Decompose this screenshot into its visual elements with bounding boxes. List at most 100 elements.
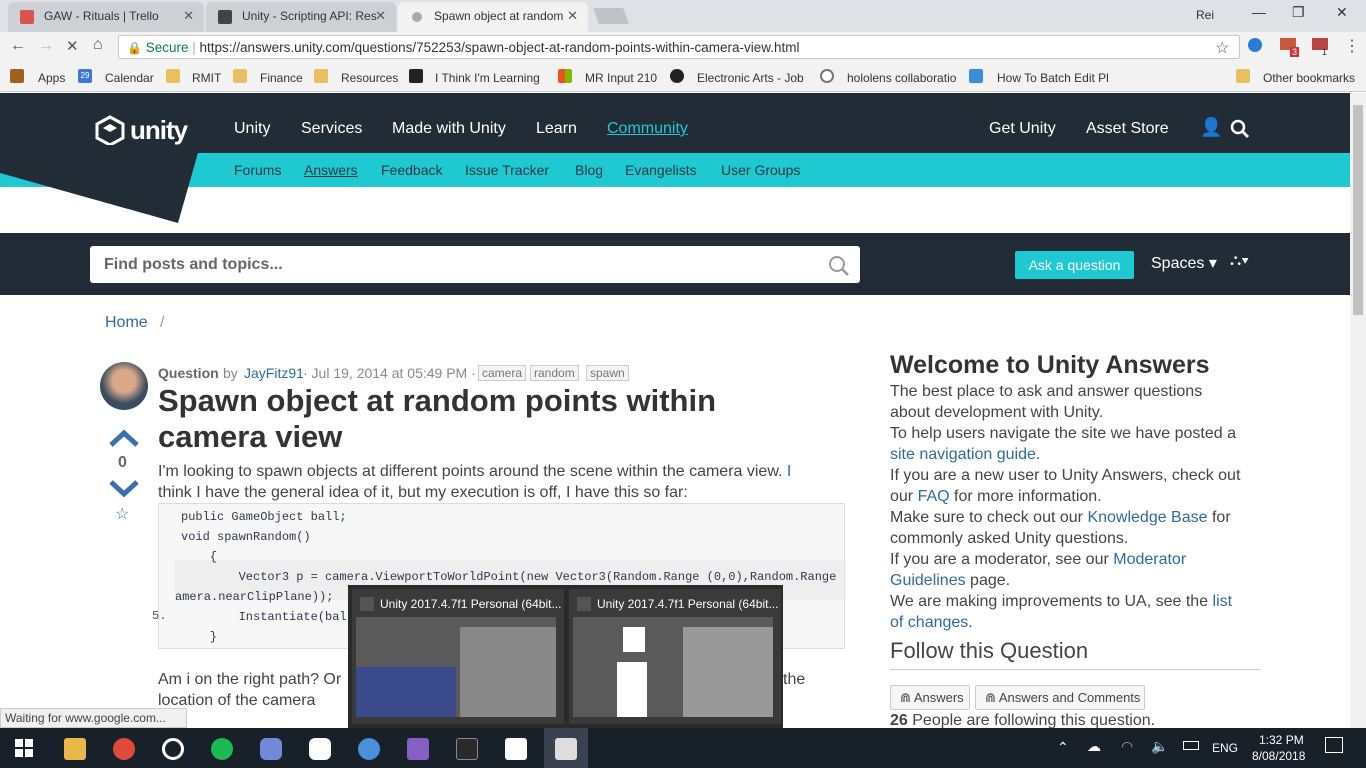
forward-icon[interactable]: → (38, 37, 54, 55)
obs-icon[interactable] (162, 738, 184, 760)
favorite-star-icon[interactable]: ☆ (115, 504, 129, 524)
spaces-dropdown[interactable]: Spaces ▾ (1151, 253, 1217, 273)
downvote-icon[interactable] (108, 479, 140, 499)
home-icon[interactable]: ⌂ (93, 36, 103, 54)
author-avatar[interactable] (100, 362, 148, 410)
notifications-icon[interactable] (1325, 737, 1343, 753)
subnav-feedback[interactable]: Feedback (381, 162, 442, 178)
search-input[interactable]: Find posts and topics... (90, 246, 860, 283)
sitemap-icon[interactable]: ⛬▾ (1230, 252, 1249, 270)
bookmark-rmit[interactable]: RMIT (192, 71, 221, 85)
welcome-line: Guidelines page. (890, 570, 1240, 591)
epic-games-icon[interactable] (456, 738, 478, 760)
clock-date[interactable]: 8/08/2018 (1252, 749, 1305, 763)
close-icon[interactable]: ✕ (183, 8, 194, 24)
nav-community[interactable]: Community (607, 120, 688, 138)
bookmark-apps[interactable]: Apps (38, 71, 65, 85)
tray-chevron-icon[interactable]: ⌃ (1057, 739, 1069, 756)
site-navigation-guide-link[interactable]: site navigation guide (890, 446, 1036, 463)
address-bar[interactable]: 🔒 Secure | https://answers.unity.com/que… (118, 35, 1240, 59)
language-indicator[interactable]: ENG (1212, 741, 1238, 755)
menu-icon[interactable]: ⋮ (1344, 36, 1360, 56)
guidelines-link[interactable]: Guidelines (890, 572, 966, 589)
unity-logo-text[interactable]: unity (130, 115, 188, 146)
battery-icon[interactable] (1183, 741, 1199, 750)
changes-link[interactable]: of changes (890, 614, 968, 631)
author-link[interactable]: JayFitz91 (244, 365, 304, 381)
clock-time[interactable]: 1:32 PM (1259, 733, 1304, 747)
unity-logo-icon[interactable] (95, 115, 125, 147)
nav-asset-store[interactable]: Asset Store (1086, 120, 1169, 138)
subnav-issue-tracker[interactable]: Issue Tracker (465, 162, 549, 178)
upvote-icon[interactable] (108, 428, 140, 448)
subnav-answers[interactable]: Answers (304, 162, 358, 178)
unity-hub-icon[interactable] (505, 738, 527, 760)
volume-icon[interactable]: 🔈 (1151, 738, 1168, 755)
spotify-icon[interactable] (211, 738, 233, 760)
minimize-icon[interactable]: — (1252, 4, 1266, 20)
bookmark-ea[interactable]: Electronic Arts - Job (697, 71, 804, 85)
tag-random[interactable]: random (530, 365, 579, 381)
maps-icon[interactable] (358, 738, 380, 760)
extension-icon[interactable] (1248, 38, 1262, 52)
welcome-text-part: commonly asked Unity questions. (890, 530, 1129, 547)
breadcrumb-home[interactable]: Home (105, 314, 148, 332)
tab-spawn-object[interactable]: Spawn object at random ✕ (398, 2, 588, 32)
tag-spawn[interactable]: spawn (586, 365, 629, 381)
windows-start-icon[interactable] (15, 739, 33, 757)
tab-unity-scripting[interactable]: Unity - Scripting API: Res ✕ (206, 2, 396, 32)
scrollbar-thumb[interactable] (1353, 105, 1363, 315)
page-scrollbar[interactable] (1350, 93, 1366, 728)
spaces-label: Spaces (1151, 255, 1205, 272)
subnav-blog[interactable]: Blog (575, 162, 603, 178)
window-close-icon[interactable]: ✕ (1336, 4, 1348, 21)
profile-name[interactable]: Rei (1196, 8, 1214, 22)
restore-icon[interactable]: ❐ (1292, 4, 1305, 21)
bookmark-mr-input[interactable]: MR Input 210 (585, 71, 657, 85)
moderator-link[interactable]: Moderator (1113, 551, 1186, 568)
knowledge-base-link[interactable]: Knowledge Base (1087, 509, 1207, 526)
tag-camera[interactable]: camera (478, 365, 527, 381)
nav-unity[interactable]: Unity (234, 120, 270, 138)
stop-icon[interactable]: ✕ (66, 37, 79, 55)
close-icon[interactable]: ✕ (375, 8, 386, 24)
list-link[interactable]: list (1213, 593, 1233, 610)
user-icon[interactable]: 👤 (1200, 117, 1222, 138)
search-icon[interactable] (828, 255, 850, 277)
bookmark-learning[interactable]: I Think I'm Learning (435, 71, 540, 85)
follow-answers-button[interactable]: ⋒ Answers (890, 685, 970, 710)
nav-services[interactable]: Services (301, 120, 362, 138)
ask-question-button[interactable]: Ask a question (1015, 251, 1134, 279)
discord-icon[interactable] (260, 738, 282, 760)
nav-learn[interactable]: Learn (536, 120, 577, 138)
url-text[interactable]: https://answers.unity.com/questions/7522… (200, 40, 800, 55)
slack-icon[interactable] (309, 738, 331, 760)
chrome-icon[interactable] (113, 738, 135, 760)
cloud-icon[interactable]: ☁ (1087, 738, 1101, 755)
nav-get-unity[interactable]: Get Unity (989, 120, 1056, 138)
bookmark-star-icon[interactable]: ☆ (1215, 38, 1229, 58)
file-explorer-icon[interactable] (64, 738, 86, 760)
thumbnail-item[interactable]: Unity 2017.4.7f1 Personal (64bit... (352, 589, 564, 724)
bookmark-resources[interactable]: Resources (341, 71, 398, 85)
subnav-forums[interactable]: Forums (234, 162, 281, 178)
visual-studio-icon[interactable] (407, 738, 429, 760)
close-icon[interactable]: ✕ (567, 8, 578, 24)
tab-trello[interactable]: GAW - Rituals | Trello ✕ (8, 2, 204, 32)
nav-made-with-unity[interactable]: Made with Unity (392, 120, 506, 138)
bookmark-finance[interactable]: Finance (260, 71, 303, 85)
bookmark-other[interactable]: Other bookmarks (1263, 71, 1355, 85)
bookmark-hololens[interactable]: hololens collaboratio (847, 71, 956, 85)
faq-link[interactable]: FAQ (918, 488, 950, 505)
new-tab-button[interactable] (593, 8, 629, 24)
follow-answers-comments-button[interactable]: ⋒ Answers and Comments (975, 685, 1145, 710)
bookmark-batch-edit[interactable]: How To Batch Edit Pl (997, 71, 1109, 85)
thumbnail-item[interactable]: Unity 2017.4.7f1 Personal (64bit... (569, 589, 781, 724)
wifi-icon[interactable]: ◠ (1121, 738, 1133, 755)
search-icon[interactable] (1230, 119, 1250, 139)
subnav-evangelists[interactable]: Evangelists (625, 162, 697, 178)
unity-active-taskbar-item[interactable] (544, 728, 588, 768)
back-icon[interactable]: ← (10, 37, 26, 55)
bookmark-calendar[interactable]: Calendar (105, 71, 154, 85)
subnav-user-groups[interactable]: User Groups (721, 162, 800, 178)
